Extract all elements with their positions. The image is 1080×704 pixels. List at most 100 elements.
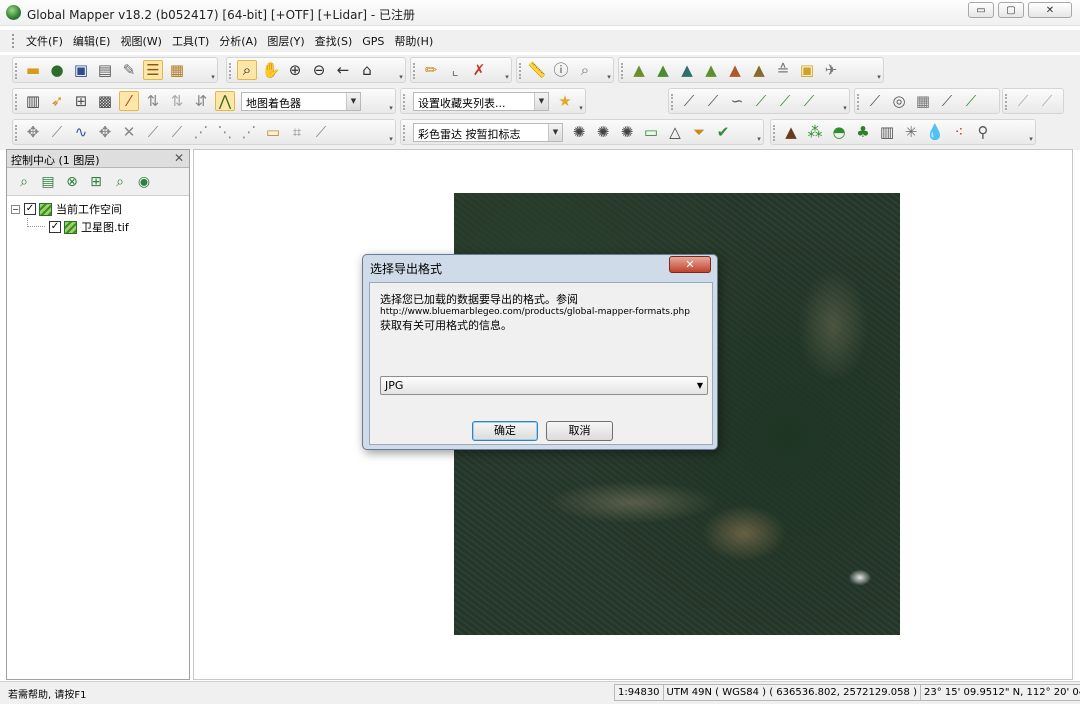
crop-icon[interactable]: ⌞ [445, 60, 465, 80]
toolbar-overflow-icon[interactable]: ▾ [387, 103, 395, 113]
print-icon[interactable]: ▤ [95, 60, 115, 80]
toolbar-overflow-icon[interactable]: ▾ [841, 103, 849, 113]
zoom-out-icon[interactable]: ⊖ [309, 60, 329, 80]
shader-toggle-icon[interactable]: ⁄ [119, 91, 139, 111]
toolbar-overflow-icon[interactable]: ▾ [397, 72, 405, 82]
view-3d-icon[interactable]: ▩ [95, 91, 115, 111]
toolbar-overflow-icon[interactable]: ▾ [1027, 134, 1035, 144]
layer-zoom-icon[interactable]: ⌕ [110, 172, 130, 192]
line-3-icon[interactable]: ∽ [727, 91, 747, 111]
terrain-1-icon[interactable]: ▲ [629, 60, 649, 80]
profile-icon[interactable]: ⊞ [71, 91, 91, 111]
home-icon[interactable]: ⌂ [357, 60, 377, 80]
vertex-4-icon[interactable]: ✕ [119, 122, 139, 142]
toolbar-overflow-icon[interactable]: ▾ [577, 103, 585, 113]
line-4-icon[interactable]: ⟋ [751, 91, 771, 111]
line-6-icon[interactable]: ⟋ [799, 91, 819, 111]
vertex-9-icon[interactable]: ⋰ [239, 122, 259, 142]
building-icon[interactable]: ▥ [877, 122, 897, 142]
shade-3-icon[interactable]: ⇵ [191, 91, 211, 111]
layer-options-icon[interactable]: ⌕ [14, 172, 34, 192]
vertex-8-icon[interactable]: ⋱ [215, 122, 235, 142]
cancel-button[interactable]: 取消 [546, 421, 613, 441]
pin-icon[interactable]: ⚲ [973, 122, 993, 142]
toolbar-overflow-icon[interactable]: ▾ [503, 72, 511, 82]
funnel-icon[interactable]: ⏷ [689, 122, 709, 142]
toolbar-overflow-icon[interactable]: ▾ [387, 134, 395, 144]
open-folder-icon[interactable]: ▬ [23, 60, 43, 80]
dialog-close-button[interactable]: ✕ [669, 256, 711, 273]
menu-tools[interactable]: 工具(T) [167, 33, 214, 49]
back-arrow-icon[interactable]: ← [333, 60, 353, 80]
workspace-checkbox[interactable]: ✓ [24, 203, 36, 215]
close-window-button[interactable]: ✕ [1028, 2, 1072, 18]
workspace-row[interactable]: − ✓ 当前工作空间 [7, 200, 189, 218]
shader-select[interactable]: 地图着色器 ▼ [241, 91, 361, 111]
config-wrench-icon[interactable]: ✎ [119, 60, 139, 80]
menu-analysis[interactable]: 分析(A) [214, 33, 262, 49]
vertex-7-icon[interactable]: ⋰ [191, 122, 211, 142]
panel-close-icon[interactable]: ✕ [174, 151, 184, 165]
grass-icon[interactable]: ⁂ [805, 122, 825, 142]
extra-2-icon[interactable]: ⟋ [1037, 91, 1057, 111]
toolbar-overflow-icon[interactable]: ▾ [605, 72, 613, 82]
vec-3-icon[interactable]: ⟋ [961, 91, 981, 111]
gear-2-icon[interactable]: ✺ [593, 122, 613, 142]
layer-metadata-icon[interactable]: ▤ [38, 172, 58, 192]
vertex-3-icon[interactable]: ✥ [95, 122, 115, 142]
area-icon[interactable]: ▭ [641, 122, 661, 142]
move-icon[interactable]: ✥ [23, 122, 43, 142]
pan-hand-icon[interactable]: ✋ [261, 60, 281, 80]
vertex-10-icon[interactable]: ▭ [263, 122, 283, 142]
find-icon[interactable]: ⌕ [575, 60, 595, 80]
vec-1-icon[interactable]: ⟋ [865, 91, 885, 111]
grid-icon[interactable]: ▦ [913, 91, 933, 111]
terrain-9-icon[interactable]: ✈ [821, 60, 841, 80]
info-icon[interactable]: ⓘ [551, 60, 571, 80]
chevron-down-icon[interactable]: ▼ [534, 92, 548, 110]
delete-x-icon[interactable]: ✗ [469, 60, 489, 80]
favorite-star-icon[interactable]: ★ [555, 91, 575, 111]
globe-icon[interactable]: ● [47, 60, 67, 80]
vertex-11-icon[interactable]: ⌗ [287, 122, 307, 142]
vec-2-icon[interactable]: ⟋ [937, 91, 957, 111]
water-drop-icon[interactable]: 💧 [925, 122, 945, 142]
tree-icon[interactable]: ♣ [853, 122, 873, 142]
layer-move-icon[interactable]: ⊞ [86, 172, 106, 192]
toolbar-overflow-icon[interactable]: ▾ [209, 72, 217, 82]
terrain-4-icon[interactable]: ▲ [701, 60, 721, 80]
terrain-3-icon[interactable]: ▲ [677, 60, 697, 80]
terrain-5-icon[interactable]: ▲ [725, 60, 745, 80]
mountain-icon[interactable]: ▲ [781, 122, 801, 142]
shade-2-icon[interactable]: ⇅ [167, 91, 187, 111]
terrain-2-icon[interactable]: ▲ [653, 60, 673, 80]
menu-gps[interactable]: GPS [357, 35, 389, 48]
chevron-down-icon[interactable]: ▼ [697, 377, 703, 394]
hill-shade-icon[interactable]: ⋀ [215, 91, 235, 111]
menu-edit[interactable]: 编辑(E) [68, 33, 116, 49]
layout-icon[interactable]: ▥ [23, 91, 43, 111]
digitize-icon[interactable]: ➶ [47, 91, 67, 111]
menu-grip-icon[interactable] [12, 34, 15, 48]
zoom-tool-icon[interactable]: ⌕ [237, 60, 257, 80]
map-image-icon[interactable]: ▦ [167, 60, 187, 80]
favorites-select[interactable]: 设置收藏夹列表... ▼ [413, 91, 549, 111]
vertex-12-icon[interactable]: ⟋ [311, 122, 331, 142]
edit-check-icon[interactable]: ✔ [713, 122, 733, 142]
layer-checkbox[interactable]: ✓ [49, 221, 61, 233]
target-icon[interactable]: ◎ [889, 91, 909, 111]
minimize-button[interactable]: ▭ [968, 2, 994, 18]
menu-search[interactable]: 查找(S) [310, 33, 358, 49]
ok-button[interactable]: 确定 [472, 421, 538, 441]
terrain-8-icon[interactable]: ▣ [797, 60, 817, 80]
layer-row[interactable]: ✓ 卫星图.tif [7, 218, 189, 236]
menu-file[interactable]: 文件(F) [21, 33, 68, 49]
maximize-button[interactable]: ▢ [998, 2, 1024, 18]
extra-1-icon[interactable]: ⟋ [1013, 91, 1033, 111]
menu-help[interactable]: 帮助(H) [389, 33, 438, 49]
menu-view[interactable]: 视图(W) [115, 33, 166, 49]
hill-icon[interactable]: ◓ [829, 122, 849, 142]
points-icon[interactable]: ⁖ [949, 122, 969, 142]
feature-type-select[interactable]: 彩色雷达 按暂扣标志 ▼ [413, 122, 563, 142]
tower-icon[interactable]: ✳ [901, 122, 921, 142]
